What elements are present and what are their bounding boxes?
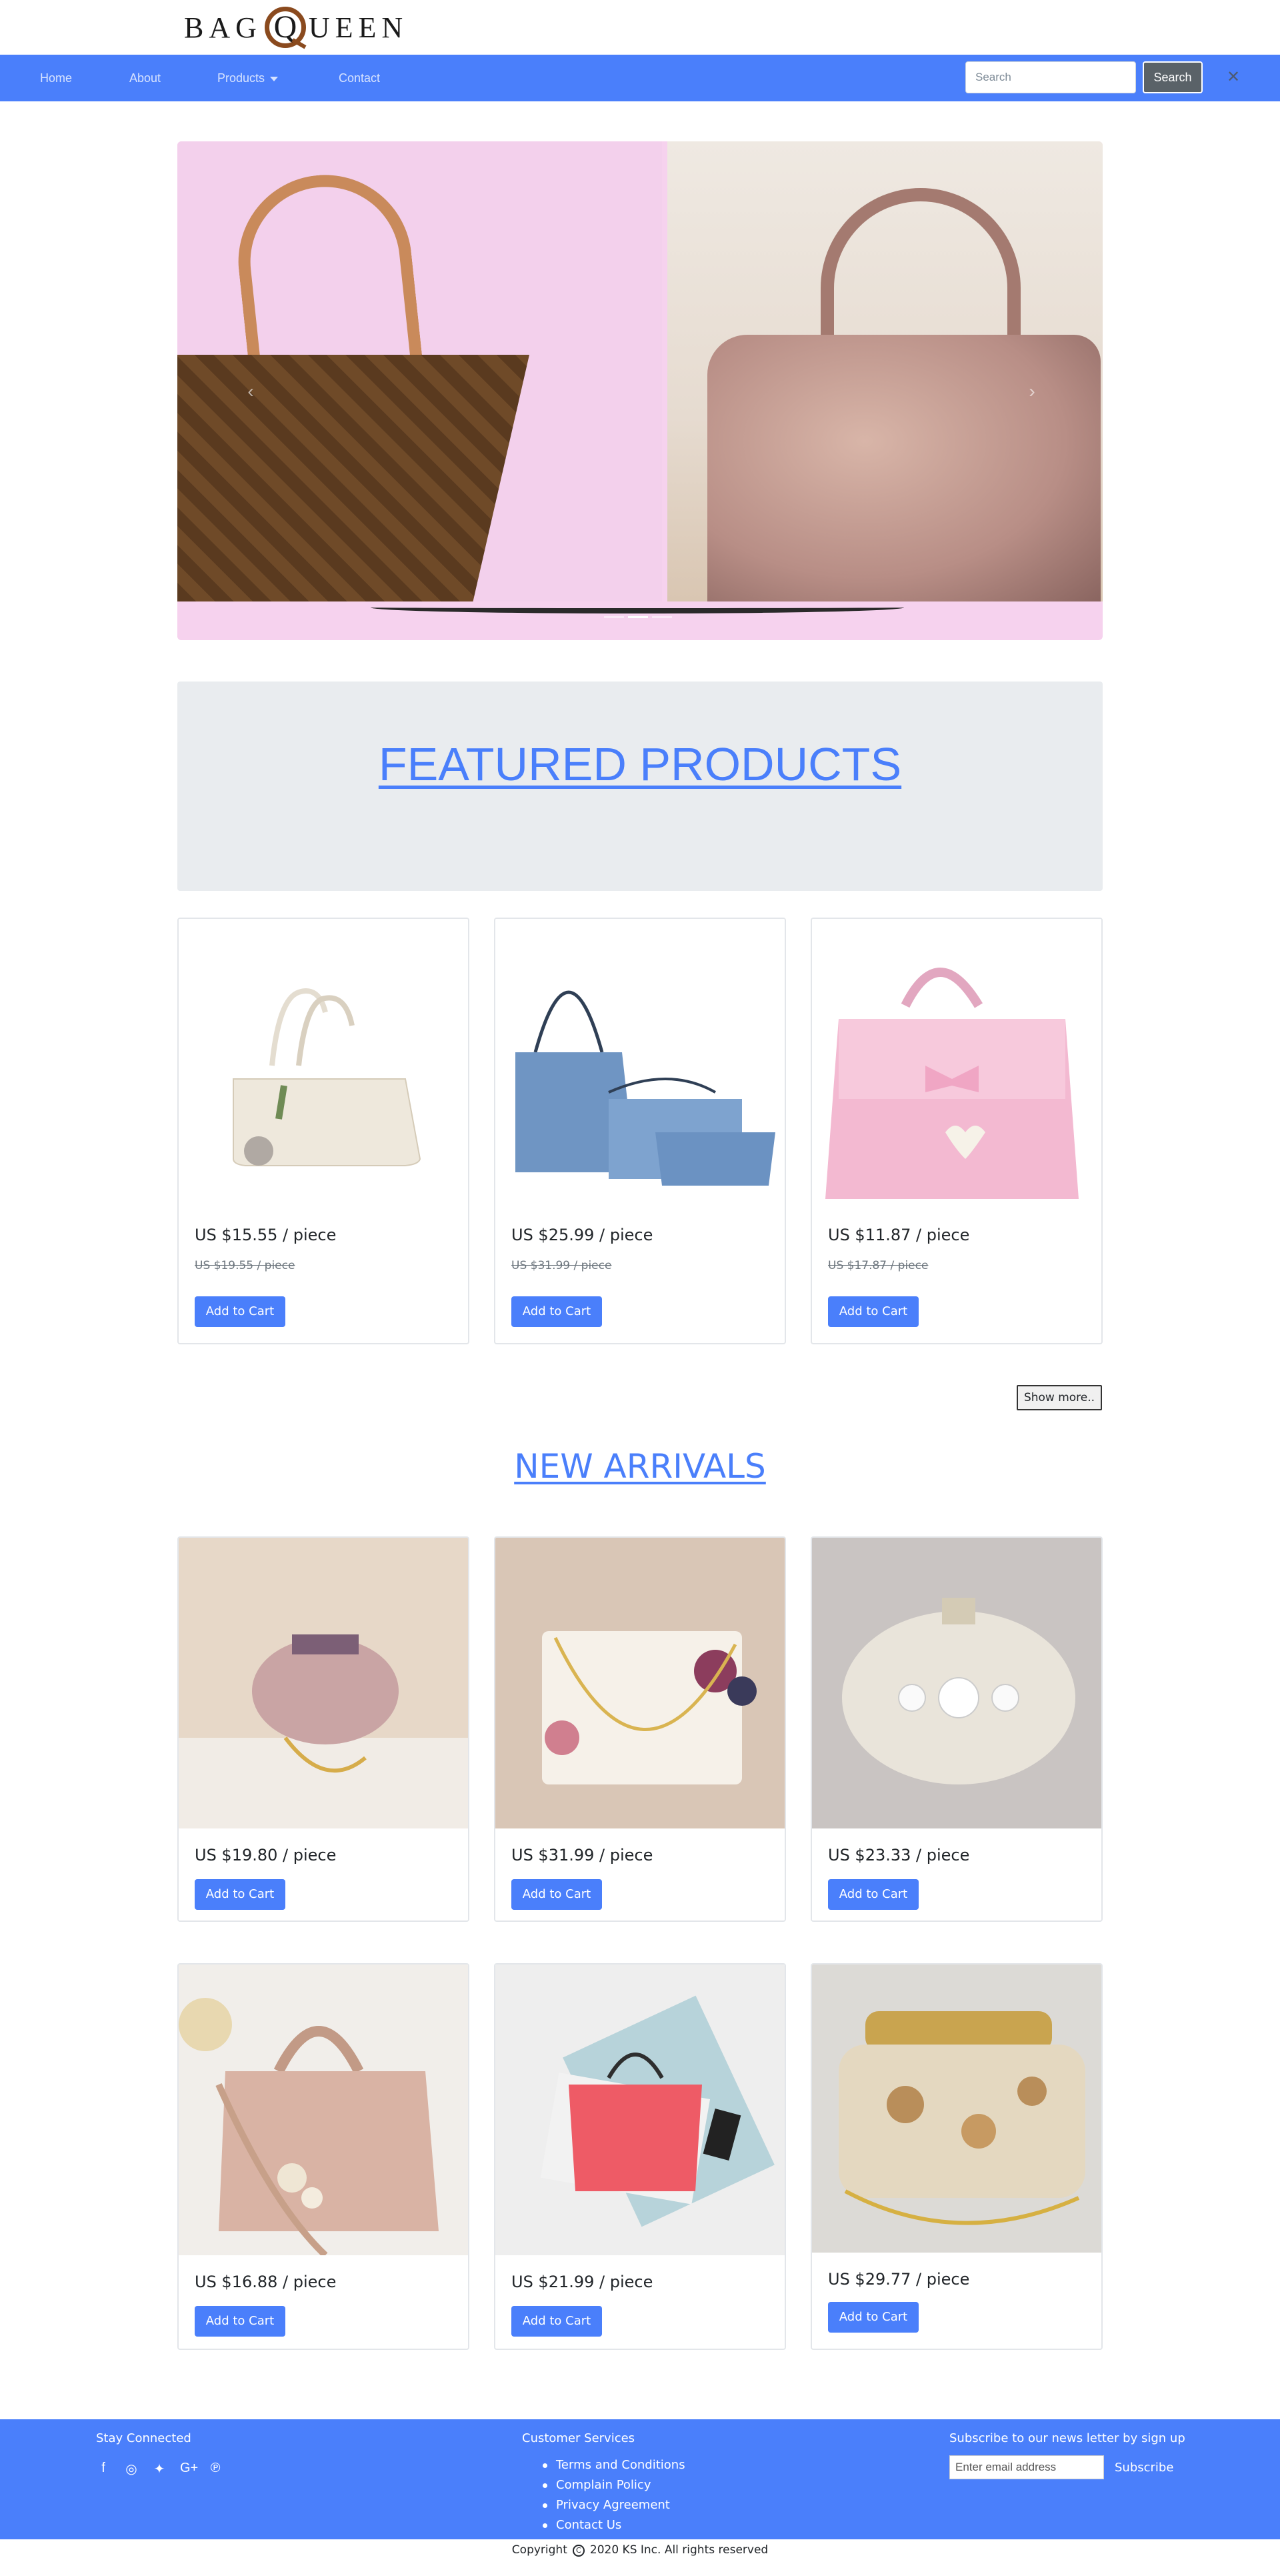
new-arrivals-title[interactable]: NEW ARRIVALS bbox=[177, 1447, 1103, 1486]
new-arrival-card: US $19.80 / piece Add to Cart bbox=[177, 1536, 469, 1922]
search-input[interactable] bbox=[965, 61, 1136, 93]
product-image-pearl-clutch[interactable] bbox=[812, 1538, 1101, 1828]
product-price: US $16.88 / piece bbox=[195, 2273, 337, 2291]
featured-product-card: US $11.87 / piece US $17.87 / piece Add … bbox=[811, 918, 1103, 1344]
footer-link-complain-policy[interactable]: Complain Policy bbox=[540, 2475, 685, 2495]
brand-logo[interactable]: BAG Q UEEN bbox=[184, 4, 408, 51]
pinterest-icon[interactable]: ℗ bbox=[208, 2461, 223, 2477]
carousel-image-pink-handbag bbox=[667, 141, 1103, 601]
new-arrival-card: US $16.88 / piece Add to Cart bbox=[177, 1963, 469, 2350]
footer-links: Terms and Conditions Complain Policy Pri… bbox=[540, 2455, 685, 2535]
add-to-cart-button[interactable]: Add to Cart bbox=[195, 1296, 285, 1327]
add-to-cart-button[interactable]: Add to Cart bbox=[828, 1879, 919, 1910]
product-old-price: US $31.99 / piece bbox=[511, 1259, 612, 1272]
product-price: US $15.55 / piece bbox=[195, 1226, 337, 1244]
add-to-cart-button[interactable]: Add to Cart bbox=[828, 2302, 919, 2333]
featured-products-title[interactable]: FEATURED PRODUCTS bbox=[177, 738, 1103, 791]
footer: Stay Connected f ◎ ✦ G+ ℗ Customer Servi… bbox=[0, 2419, 1280, 2539]
nav-about[interactable]: About bbox=[129, 55, 161, 101]
new-arrival-card: US $31.99 / piece Add to Cart bbox=[494, 1536, 786, 1922]
copyright-line: Copyright C 2020 KS Inc. All rights reserv… bbox=[0, 2543, 1280, 2557]
google-plus-icon[interactable]: G+ bbox=[180, 2461, 198, 2477]
add-to-cart-button[interactable]: Add to Cart bbox=[828, 1296, 919, 1327]
logo-text-bag: BAG bbox=[184, 11, 262, 44]
facebook-icon[interactable]: f bbox=[96, 2461, 111, 2477]
tote-body bbox=[177, 355, 529, 601]
featured-banner: FEATURED PRODUCTS bbox=[177, 682, 1103, 891]
carousel-indicator[interactable] bbox=[604, 616, 624, 618]
featured-product-card: US $15.55 / piece US $19.55 / piece Add … bbox=[177, 918, 469, 1344]
nav-home[interactable]: Home bbox=[40, 55, 72, 101]
copyright-icon: C bbox=[572, 2545, 585, 2557]
subscribe-button[interactable]: Subscribe bbox=[1115, 2461, 1173, 2475]
new-arrival-card: US $29.77 / piece Add to Cart bbox=[811, 1963, 1103, 2350]
close-icon[interactable]: ✕ bbox=[1227, 68, 1240, 87]
new-arrival-card: US $23.33 / piece Add to Cart bbox=[811, 1536, 1103, 1922]
newsletter-heading: Subscribe to our news letter by sign up bbox=[949, 2431, 1185, 2445]
navbar: Home About Products Contact Search ✕ bbox=[0, 55, 1280, 101]
nav-products-label: Products bbox=[217, 71, 265, 85]
carousel-image-monogram-tote bbox=[177, 141, 662, 601]
product-price: US $29.77 / piece bbox=[828, 2270, 970, 2289]
chevron-right-icon[interactable]: › bbox=[1019, 378, 1045, 405]
show-more-button[interactable]: Show more.. bbox=[1017, 1385, 1102, 1410]
product-image-red-kelly-bag[interactable] bbox=[495, 1965, 785, 2255]
handbag-body bbox=[707, 335, 1101, 601]
product-old-price: US $19.55 / piece bbox=[195, 1259, 295, 1272]
hero-carousel: ‹ › bbox=[177, 141, 1103, 640]
customer-services-heading: Customer Services bbox=[522, 2431, 635, 2445]
product-image-floral-box-clutch[interactable] bbox=[495, 1538, 785, 1828]
copyright-text: 2020 KS Inc. All rights reserved bbox=[589, 2543, 769, 2557]
product-price: US $23.33 / piece bbox=[828, 1846, 970, 1864]
stay-connected-heading: Stay Connected bbox=[96, 2431, 191, 2445]
product-image-pink-quilted-bag[interactable] bbox=[812, 919, 1101, 1199]
twitter-icon[interactable]: ✦ bbox=[152, 2461, 167, 2477]
add-to-cart-button[interactable]: Add to Cart bbox=[511, 1879, 602, 1910]
carousel-indicator[interactable] bbox=[652, 616, 672, 618]
search-button[interactable]: Search bbox=[1143, 61, 1203, 93]
instagram-icon[interactable]: ◎ bbox=[124, 2461, 139, 2477]
chevron-left-icon[interactable]: ‹ bbox=[237, 378, 264, 405]
logo-bar: BAG Q UEEN bbox=[0, 0, 1280, 55]
product-image-floral-tote[interactable] bbox=[179, 1965, 468, 2255]
product-image-glitter-clutch[interactable] bbox=[179, 1538, 468, 1828]
product-price: US $21.99 / piece bbox=[511, 2273, 653, 2291]
add-to-cart-button[interactable]: Add to Cart bbox=[511, 1296, 602, 1327]
product-price: US $19.80 / piece bbox=[195, 1846, 337, 1864]
product-price: US $25.99 / piece bbox=[511, 1226, 653, 1244]
carousel-indicator-active[interactable] bbox=[628, 616, 648, 618]
email-field[interactable] bbox=[949, 2455, 1104, 2479]
nav-contact[interactable]: Contact bbox=[339, 55, 380, 101]
nav-products-dropdown[interactable]: Products bbox=[217, 55, 279, 101]
add-to-cart-button[interactable]: Add to Cart bbox=[195, 2306, 285, 2337]
footer-link-privacy[interactable]: Privacy Agreement bbox=[540, 2495, 685, 2515]
add-to-cart-button[interactable]: Add to Cart bbox=[511, 2306, 602, 2337]
copyright-label: Copyright bbox=[511, 2543, 567, 2557]
social-links: f ◎ ✦ G+ ℗ bbox=[96, 2461, 223, 2477]
logo-q-mark: Q bbox=[264, 7, 306, 48]
product-image-cream-handbag[interactable] bbox=[179, 919, 468, 1199]
footer-link-contact[interactable]: Contact Us bbox=[540, 2515, 685, 2535]
product-price: US $11.87 / piece bbox=[828, 1226, 970, 1244]
add-to-cart-button[interactable]: Add to Cart bbox=[195, 1879, 285, 1910]
carousel-indicators bbox=[604, 616, 672, 618]
chevron-down-icon bbox=[270, 76, 279, 81]
featured-product-card: US $25.99 / piece US $31.99 / piece Add … bbox=[494, 918, 786, 1344]
logo-text-ueen: UEEN bbox=[308, 11, 409, 44]
product-price: US $31.99 / piece bbox=[511, 1846, 653, 1864]
new-arrival-card: US $21.99 / piece Add to Cart bbox=[494, 1963, 786, 2350]
product-image-blue-bag-set[interactable] bbox=[495, 919, 785, 1199]
product-old-price: US $17.87 / piece bbox=[828, 1259, 929, 1272]
product-image-gold-floral-clutch[interactable] bbox=[812, 1965, 1101, 2253]
bag-strap bbox=[371, 601, 904, 613]
footer-link-terms[interactable]: Terms and Conditions bbox=[540, 2455, 685, 2475]
